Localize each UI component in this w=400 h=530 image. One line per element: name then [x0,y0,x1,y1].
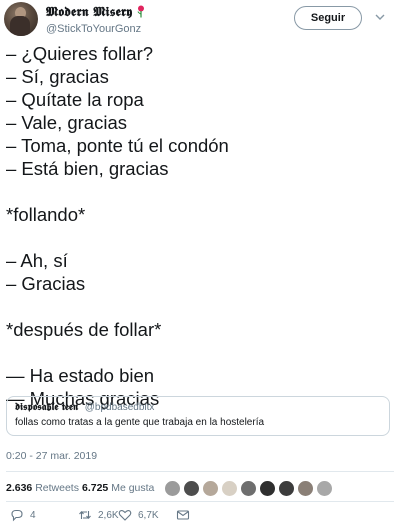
divider [6,471,394,472]
tweet-line: – ¿Quieres follar? [6,43,154,64]
quote-display-name: 𝖉𝖎𝖘𝖕𝖔𝖘𝖆𝖇𝖑𝖊 𝖙𝖊𝖊𝖓 [15,402,78,413]
tweet-line: – Toma, ponte tú el condón [6,135,229,156]
engagement-stats: 2.636 Retweets 6.725 Me gusta [6,480,396,500]
tweet-text: – ¿Quieres follar? – Sí, gracias – Quíta… [6,42,396,410]
divider [6,501,394,502]
liker-avatar[interactable] [316,480,333,497]
direct-message-button[interactable] [176,508,196,522]
tweet-line [6,295,396,318]
tweet-line: – Quítate la ropa [6,89,144,110]
liker-avatar[interactable] [221,480,238,497]
liker-avatar[interactable] [297,480,314,497]
liker-avatar[interactable] [240,480,257,497]
tweet-line: — Ha estado bien [6,365,155,386]
tweet-line [6,341,396,364]
quote-handle: @bpdbasedbitx [84,402,155,413]
like-count: 6,7K [138,509,159,521]
retweets-count: 2.636 [6,482,33,494]
author-block[interactable]: 𝕸𝖔𝖉𝖊𝖗𝖓 𝕸𝖎𝖘𝖊𝖗𝖞 @StickToYourGonz [46,3,145,35]
tweet-actions: 4 2,6K 6,7K [6,508,396,526]
rose-icon [137,5,145,18]
likes-label: Me gusta [111,482,155,494]
reply-count: 4 [30,509,36,521]
heart-icon [118,510,132,521]
like-button[interactable]: 6,7K [118,508,159,522]
display-name[interactable]: 𝕸𝖔𝖉𝖊𝖗𝖓 𝕸𝖎𝖘𝖊𝖗𝖞 [46,5,132,20]
liker-avatar[interactable] [164,480,181,497]
retweet-count: 2,6K [98,509,119,521]
tweet-line [6,226,396,249]
tweet-line: – Sí, gracias [6,66,109,87]
liker-avatar[interactable] [259,480,276,497]
liker-avatar[interactable] [202,480,219,497]
retweet-icon [79,510,91,520]
tweet-timestamp[interactable]: 0:20 - 27 mar. 2019 [6,450,97,462]
tweet-line: – Vale, gracias [6,112,127,133]
quoted-tweet[interactable]: 𝖉𝖎𝖘𝖕𝖔𝖘𝖆𝖇𝖑𝖊 𝖙𝖊𝖊𝖓 @bpdbasedbitx follas com… [6,396,390,436]
likes-count: 6.725 [82,482,109,494]
avatar[interactable] [4,2,38,36]
tweet-line: *después de follar* [6,319,162,340]
tweet-header: 𝕸𝖔𝖉𝖊𝖗𝖓 𝕸𝖎𝖘𝖊𝖗𝖞 @StickToYourGonz Seguir [4,2,396,36]
liker-avatar[interactable] [183,480,200,497]
author-handle[interactable]: @StickToYourGonz [46,23,145,35]
retweets-label: Retweets [35,482,79,494]
tweet-line: – Gracias [6,273,86,294]
tweet-line [6,180,396,203]
quote-text: follas como tratas a la gente que trabaj… [15,417,265,428]
follow-button[interactable]: Seguir [294,6,362,30]
retweet-button[interactable]: 2,6K [78,508,119,522]
likes-stat[interactable]: 6.725 Me gusta [82,482,154,494]
liker-avatar[interactable] [278,480,295,497]
message-icon [176,510,190,520]
tweet-line: – Ah, sí [6,250,68,271]
retweets-stat[interactable]: 2.636 Retweets [6,482,79,494]
tweet-line: *follando* [6,204,86,225]
reply-button[interactable]: 4 [10,508,36,522]
reply-icon [11,509,23,522]
tweet-line: – Está bien, gracias [6,158,169,179]
chevron-down-icon[interactable] [374,11,386,23]
quote-header: 𝖉𝖎𝖘𝖕𝖔𝖘𝖆𝖇𝖑𝖊 𝖙𝖊𝖊𝖓 @bpdbasedbitx [15,402,381,413]
